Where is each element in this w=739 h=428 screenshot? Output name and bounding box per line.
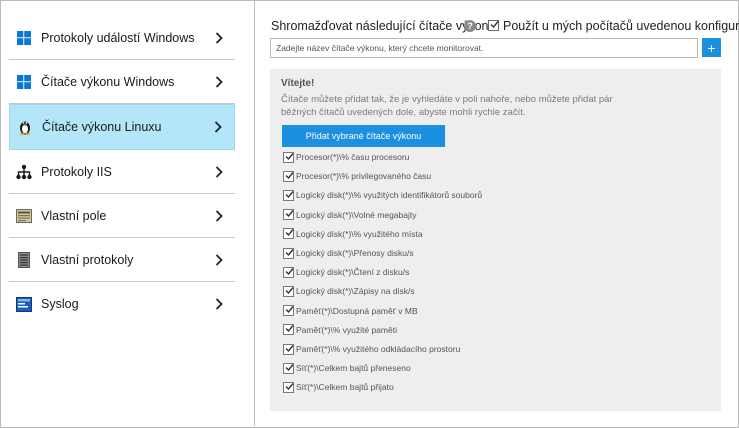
counter-checkbox[interactable] xyxy=(283,170,294,182)
nav-item-syslog[interactable]: Syslog xyxy=(9,282,235,326)
counter-checkbox[interactable] xyxy=(283,381,294,393)
counter-row[interactable]: Logický disk(*)\% využitých identifikáto… xyxy=(283,188,482,202)
checkmark-icon xyxy=(285,286,294,294)
checkmark-icon xyxy=(285,363,294,371)
counter-checkbox[interactable] xyxy=(283,209,294,221)
counter-checkbox[interactable] xyxy=(283,362,294,374)
checkmark-icon xyxy=(285,210,294,218)
checkmark-icon xyxy=(285,344,294,352)
counter-row[interactable]: Logický disk(*)\Zápisy na disk/s xyxy=(283,284,415,298)
counter-label: Logický disk(*)\Čtení z disku/s xyxy=(296,267,410,278)
counter-search-input[interactable] xyxy=(270,38,698,58)
add-selected-counters-button[interactable]: Přidat vybrané čítače výkonu xyxy=(282,125,445,147)
counter-row[interactable]: Síť(*)\Celkem bajtů přijato xyxy=(283,380,394,394)
counter-checkbox[interactable] xyxy=(283,151,294,163)
nav-item-windows-perf-counters[interactable]: Čítače výkonu Windows xyxy=(9,60,235,104)
network-tree-icon xyxy=(16,164,32,180)
custom-field-icon xyxy=(16,208,32,224)
nav-item-label: Protokoly událostí Windows xyxy=(41,30,195,45)
counter-row[interactable]: Paměť(*)\Dostupná paměť v MB xyxy=(283,304,418,318)
checkmark-icon xyxy=(285,190,294,198)
counter-checkbox[interactable] xyxy=(283,285,294,297)
nav-item-label: Syslog xyxy=(41,297,79,311)
counter-row[interactable]: Logický disk(*)\% využitého místa xyxy=(283,227,423,241)
counter-row[interactable]: Síť(*)\Celkem bajtů přeneseno xyxy=(283,361,411,375)
checkmark-icon xyxy=(490,21,499,29)
chevron-right-icon xyxy=(212,165,226,179)
chevron-right-icon xyxy=(211,120,225,134)
counter-checkbox[interactable] xyxy=(283,189,294,201)
windows-icon xyxy=(16,30,32,46)
counter-label: Paměť(*)\Dostupná paměť v MB xyxy=(296,305,418,316)
nav-item-label: Protokoly IIS xyxy=(41,164,112,179)
checkmark-icon xyxy=(285,382,294,390)
syslog-icon xyxy=(16,296,32,312)
nav-item-windows-event-logs[interactable]: Protokoly událostí Windows xyxy=(9,16,235,60)
counter-checkbox[interactable] xyxy=(283,266,294,278)
counter-checkbox[interactable] xyxy=(283,305,294,317)
help-icon[interactable]: ? xyxy=(464,20,476,32)
data-sources-nav: Protokoly událostí Windows Čítače výkonu… xyxy=(1,1,255,426)
counter-label: Paměť(*)\% využitého odkládacího prostor… xyxy=(296,344,461,354)
chevron-right-icon xyxy=(212,31,226,45)
counter-checkbox[interactable] xyxy=(283,343,294,355)
nav-item-label: Čítače výkonu Windows xyxy=(41,74,175,89)
counter-label: Logický disk(*)\Volné megabajty xyxy=(296,209,417,220)
counter-label: Síť(*)\Celkem bajtů přijato xyxy=(296,382,394,393)
counter-label: Procesor(*)\% času procesoru xyxy=(296,152,410,162)
counter-label: Logický disk(*)\Zápisy na disk/s xyxy=(296,286,415,297)
counter-row[interactable]: Logický disk(*)\Čtení z disku/s xyxy=(283,265,409,279)
counter-row[interactable]: Procesor(*)\% privilegovaného času xyxy=(283,169,431,183)
counter-label: Procesor(*)\% privilegovaného času xyxy=(296,171,432,182)
nav-item-label: Čítače výkonu Linuxu xyxy=(42,120,162,134)
chevron-right-icon xyxy=(212,75,226,89)
chevron-right-icon xyxy=(212,209,226,223)
nav-item-iis-logs[interactable]: Protokoly IIS xyxy=(9,150,235,194)
checkmark-icon xyxy=(285,152,294,160)
linux-penguin-icon xyxy=(17,119,33,135)
counter-row[interactable]: Paměť(*)\% využité paměti xyxy=(283,323,397,337)
counter-checkbox[interactable] xyxy=(283,247,294,259)
nav-item-linux-perf-counters[interactable]: Čítače výkonu Linuxu xyxy=(9,104,235,150)
nav-item-custom-logs[interactable]: Vlastní protokoly xyxy=(9,238,235,282)
apply-config-checkbox[interactable] xyxy=(488,20,499,31)
nav-item-custom-fields[interactable]: Vlastní pole xyxy=(9,194,235,238)
counter-label: Logický disk(*)\% využitých identifikáto… xyxy=(296,190,483,201)
apply-config-label: Použít u mých počítačů uvedenou konfigur… xyxy=(503,19,739,33)
checkmark-icon xyxy=(285,171,294,179)
counter-checkbox[interactable] xyxy=(283,228,294,240)
welcome-title: Vítejte! xyxy=(281,78,315,89)
checkmark-icon xyxy=(285,267,294,275)
counter-label: Síť(*)\Celkem bajtů přeneseno xyxy=(296,363,411,374)
windows-icon xyxy=(16,74,32,90)
chevron-right-icon xyxy=(212,253,226,267)
counter-label: Logický disk(*)\% využitého místa xyxy=(296,228,423,239)
add-counter-button[interactable]: + xyxy=(702,38,721,57)
counter-row[interactable]: Paměť(*)\% využitého odkládacího prostor… xyxy=(283,342,460,356)
chevron-right-icon xyxy=(212,297,226,311)
checkmark-icon xyxy=(285,248,294,256)
nav-item-label: Vlastní protokoly xyxy=(41,252,134,267)
nav-item-label: Vlastní pole xyxy=(41,208,107,223)
counter-row[interactable]: Procesor(*)\% času procesoru xyxy=(283,150,409,164)
welcome-text: Čítače můžete přidat tak, že je vyhledát… xyxy=(281,94,613,118)
counter-checkbox[interactable] xyxy=(283,324,294,336)
counter-row[interactable]: Logický disk(*)\Volné megabajty xyxy=(283,208,416,222)
checkmark-icon xyxy=(285,306,294,314)
checkmark-icon xyxy=(285,325,294,333)
custom-log-icon xyxy=(16,251,32,268)
collect-counters-label: Shromažďovat následující čítače výkonu xyxy=(271,19,496,33)
counter-label: Paměť(*)\% využité paměti xyxy=(296,324,397,335)
counter-label: Logický disk(*)\Přenosy disku/s xyxy=(296,248,414,258)
counter-row[interactable]: Logický disk(*)\Přenosy disku/s xyxy=(283,246,414,260)
checkmark-icon xyxy=(285,229,294,237)
